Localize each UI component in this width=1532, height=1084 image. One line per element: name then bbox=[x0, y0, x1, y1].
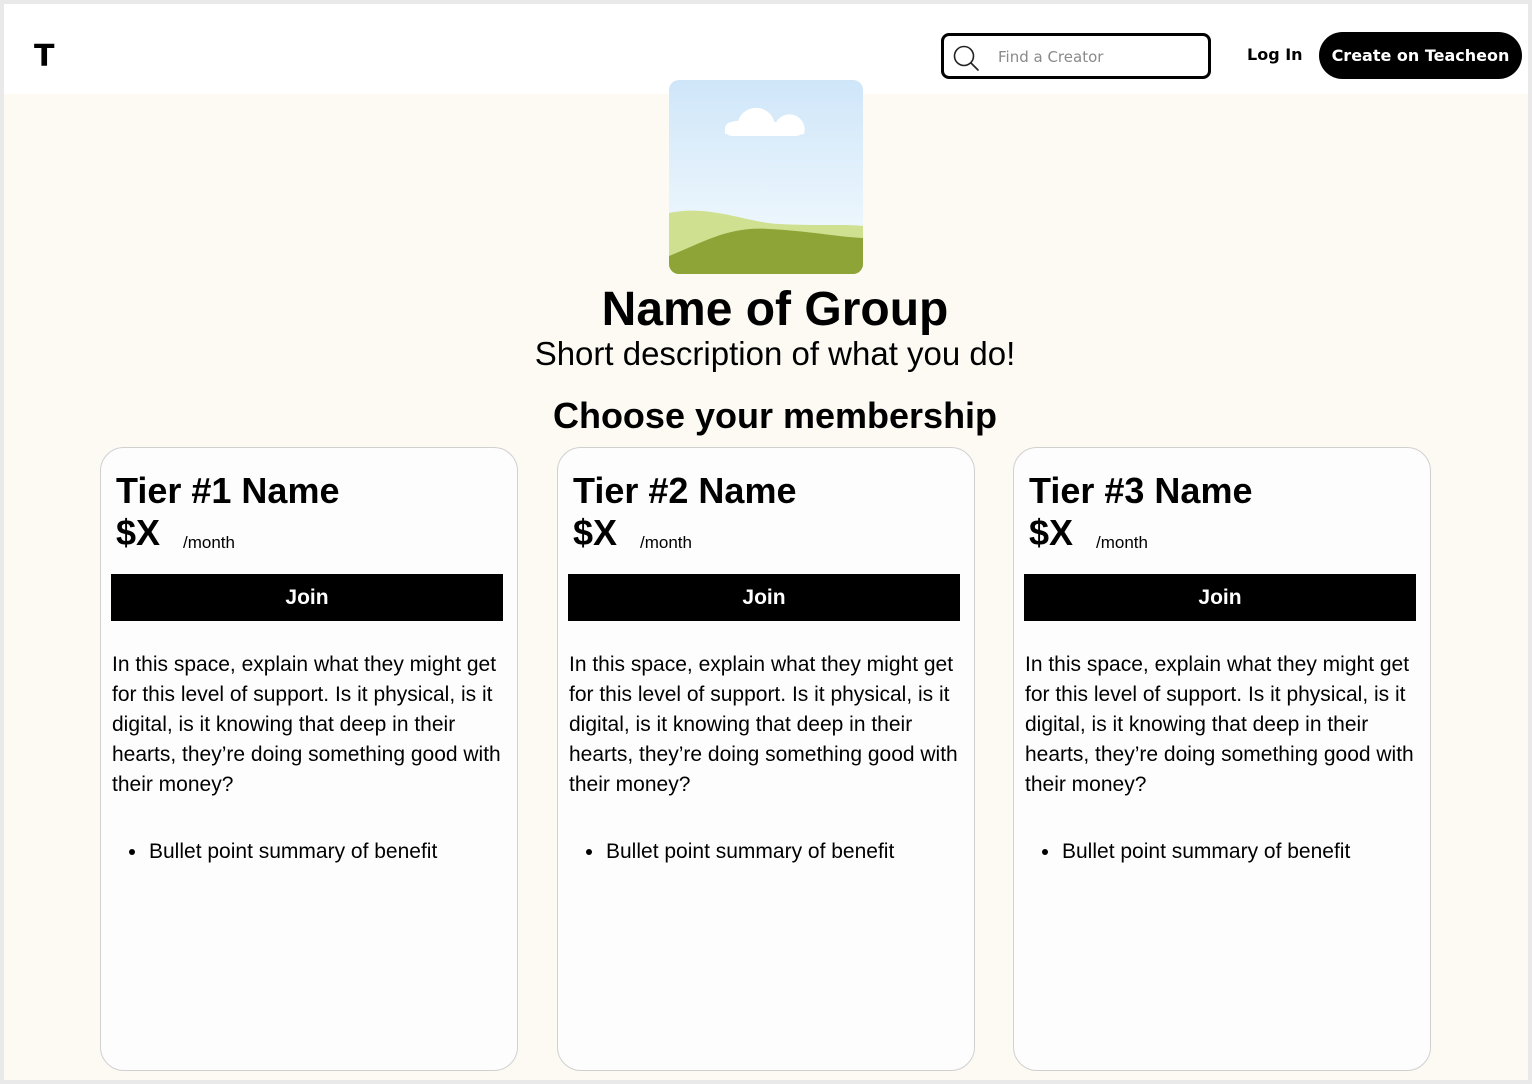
login-link[interactable]: Log In bbox=[1247, 44, 1303, 66]
membership-heading: Choose your membership bbox=[552, 395, 998, 436]
bullet-icon bbox=[586, 849, 592, 855]
tier-description: In this space, explain what they might g… bbox=[569, 653, 958, 796]
tier-card-2: Tier #2 Name $X /month Join In this spac… bbox=[557, 447, 975, 1071]
tier-name: Tier #2 Name bbox=[573, 470, 797, 511]
tier-price: $X bbox=[573, 512, 618, 553]
bullet-icon bbox=[129, 849, 135, 855]
teacheon-logo[interactable]: T bbox=[34, 42, 54, 72]
tier-period: /month bbox=[1096, 533, 1148, 552]
tier-name: Tier #3 Name bbox=[1029, 470, 1253, 511]
tier-description: In this space, explain what they might g… bbox=[1025, 653, 1414, 796]
join-button[interactable]: Join bbox=[1024, 574, 1416, 621]
benefit-text: Bullet point summary of benefit bbox=[606, 840, 895, 863]
creator-search-box[interactable] bbox=[941, 33, 1211, 79]
tier-card-3: Tier #3 Name $X /month Join In this spac… bbox=[1013, 447, 1431, 1071]
tier-description: In this space, explain what they might g… bbox=[112, 653, 501, 796]
join-button[interactable]: Join bbox=[111, 574, 503, 621]
tier-period: /month bbox=[183, 533, 235, 552]
page-frame: T Log In Create on Teacheon N bbox=[4, 4, 1528, 1080]
group-image bbox=[669, 80, 863, 274]
join-button[interactable]: Join bbox=[568, 574, 960, 621]
tier-price: $X bbox=[1029, 512, 1074, 553]
benefit-text: Bullet point summary of benefit bbox=[149, 840, 438, 863]
tier-price: $X bbox=[116, 512, 161, 553]
group-description: Short description of what you do! bbox=[534, 335, 1016, 372]
search-input[interactable] bbox=[998, 44, 1198, 70]
tier-period: /month bbox=[640, 533, 692, 552]
search-icon bbox=[953, 45, 979, 71]
bullet-icon bbox=[1042, 849, 1048, 855]
landscape-placeholder-icon bbox=[669, 80, 863, 274]
tier-card-1: Tier #1 Name $X /month Join In this spac… bbox=[100, 447, 518, 1071]
tier-name: Tier #1 Name bbox=[116, 470, 340, 511]
benefit-text: Bullet point summary of benefit bbox=[1062, 840, 1351, 863]
create-on-teacheon-button[interactable]: Create on Teacheon bbox=[1319, 32, 1522, 79]
group-name: Name of Group bbox=[601, 283, 949, 336]
